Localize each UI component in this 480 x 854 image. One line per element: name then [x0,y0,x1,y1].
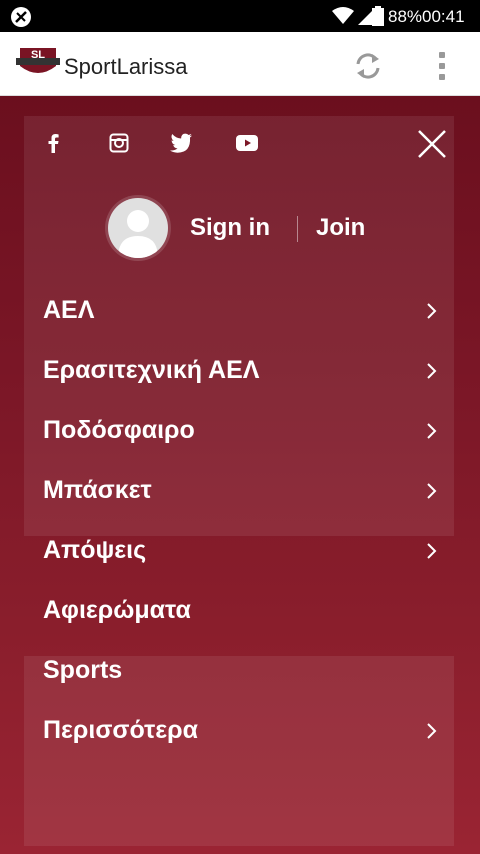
overflow-menu-button[interactable] [428,46,456,86]
drawer-menu: ΑΕΛ Ερασιτεχνική ΑΕΛ Ποδόσφαιρο Μπάσκετ … [0,280,480,760]
sign-in-link[interactable]: Sign in [190,214,270,242]
overflow-dot [439,63,445,69]
twitter-button[interactable] [166,128,196,158]
menu-item-label: Sports [43,656,123,684]
menu-item-basketball[interactable]: Μπάσκετ [0,460,480,520]
battery-icon [372,6,384,26]
chevron-right-icon [427,723,437,739]
menu-item-label: Ποδόσφαιρο [43,416,195,444]
avatar[interactable] [108,198,168,258]
menu-item-sports[interactable]: Sports [0,640,480,700]
youtube-icon [236,135,258,151]
menu-item-more[interactable]: Περισσότερα [0,700,480,760]
close-icon[interactable] [412,124,452,164]
divider [297,216,298,242]
menu-item-ael[interactable]: ΑΕΛ [0,280,480,340]
overflow-dot [439,74,445,80]
user-placeholder-icon [118,210,158,258]
menu-item-features[interactable]: Αφιερώματα [0,580,480,640]
menu-item-label: Ερασιτεχνική ΑΕΛ [43,356,260,384]
twitter-icon [170,133,192,153]
menu-item-label: ΑΕΛ [43,296,95,324]
refresh-button[interactable] [348,46,388,86]
menu-item-label: Αφιερώματα [43,596,191,624]
svg-text:SL: SL [31,49,45,61]
menu-item-label: Μπάσκετ [43,476,152,504]
no-sim-icon [11,7,31,27]
navigation-drawer: Sign in Join ΑΕΛ Ερασιτεχνική ΑΕΛ Ποδόσφ… [0,96,480,854]
clock: 00:41 [422,7,465,26]
menu-item-opinions[interactable]: Απόψεις [0,520,480,580]
menu-item-label: Απόψεις [43,536,147,564]
chevron-right-icon [427,543,437,559]
overflow-dot [439,52,445,58]
chevron-right-icon [427,483,437,499]
account-row: Sign in Join [0,196,480,260]
status-bar: 88% 00:41 [0,0,480,32]
refresh-icon [356,53,380,79]
wifi-icon [332,7,354,24]
instagram-icon [109,133,129,153]
youtube-button[interactable] [232,128,262,158]
sportlarissa-logo: SL [16,48,60,73]
battery-percent: 88% [388,7,423,26]
facebook-icon [48,134,59,153]
instagram-button[interactable] [104,128,134,158]
menu-item-amateur-ael[interactable]: Ερασιτεχνική ΑΕΛ [0,340,480,400]
app-bar: SL SportLarissa [0,32,480,96]
chevron-right-icon [427,423,437,439]
facebook-button[interactable] [38,128,68,158]
menu-item-label: Περισσότερα [43,716,198,744]
app-title: SportLarissa [64,54,188,79]
menu-item-football[interactable]: Ποδόσφαιρο [0,400,480,460]
join-link[interactable]: Join [316,214,365,242]
chevron-right-icon [427,363,437,379]
chevron-right-icon [427,303,437,319]
